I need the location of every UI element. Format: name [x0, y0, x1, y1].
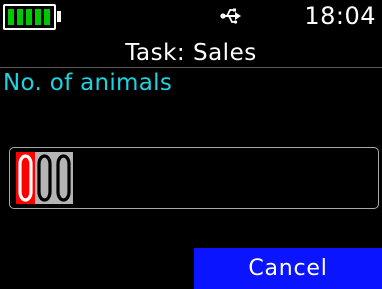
digit-glyph: [18, 154, 33, 202]
battery-icon: [3, 4, 56, 30]
digit-cell[interactable]: [54, 152, 73, 204]
status-time: 18:04: [304, 2, 376, 30]
field-label: No. of animals: [3, 70, 173, 96]
device-screen: 18:04 Task: Sales No. of animals Cancel: [0, 0, 382, 289]
usb-icon: [220, 8, 241, 24]
digit-cell-active[interactable]: [16, 152, 35, 204]
animal-count-input[interactable]: [9, 147, 379, 209]
digit-cell[interactable]: [35, 152, 54, 204]
page-title: Task: Sales: [125, 40, 257, 66]
digit-glyph: [56, 154, 71, 202]
battery-terminal: [57, 11, 61, 22]
battery-level: [8, 9, 50, 25]
cancel-button[interactable]: Cancel: [194, 248, 382, 289]
digit-group: [16, 152, 73, 204]
digit-glyph: [37, 154, 52, 202]
